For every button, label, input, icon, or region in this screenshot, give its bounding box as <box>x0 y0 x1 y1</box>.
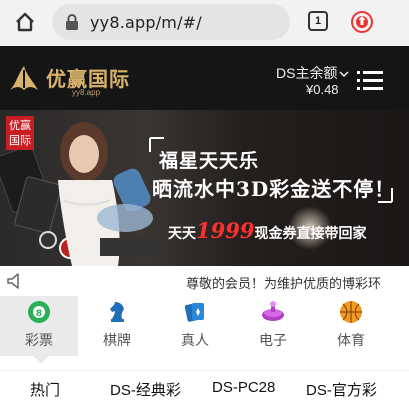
category-label: 真人 <box>181 332 209 348</box>
banner-amount: 1999 <box>196 218 255 243</box>
active-pointer <box>33 356 49 364</box>
chevron-down-icon <box>339 71 349 78</box>
banner-subline: 天天1999现金券直接带回家 <box>168 218 367 243</box>
category-lottery[interactable]: 8 彩票 <box>0 296 78 364</box>
tab-hot[interactable]: 热门 <box>30 379 60 400</box>
category-label: 体育 <box>337 332 365 348</box>
category-label: 电子 <box>259 332 287 348</box>
tab-switcher-button[interactable]: 1 <box>308 11 328 31</box>
upload-icon <box>358 16 366 25</box>
home-icon[interactable] <box>14 11 36 33</box>
category-sports[interactable]: 体育 <box>312 296 390 356</box>
category-electronic[interactable]: 电子 <box>234 296 312 356</box>
banner-headline: 晒流水中3D彩金送不停！ <box>152 177 396 201</box>
category-nav: 8 彩票 棋牌 真人 电子 体育 <box>0 296 409 364</box>
game-tabs: 热门 DS-经典彩 DS-PC28 DS-官方彩 <box>0 370 409 406</box>
playing-cards-icon <box>184 303 204 322</box>
basketball-icon <box>340 301 362 323</box>
lottery-ball-icon: 8 <box>28 301 50 323</box>
tab-ds-official[interactable]: DS-官方彩 <box>306 379 377 400</box>
category-label: 棋牌 <box>103 332 131 348</box>
category-chess[interactable]: 棋牌 <box>78 296 156 356</box>
logo-subtitle: yy8.app <box>72 88 101 97</box>
brand-badge: 优赢国际 <box>6 116 34 150</box>
address-bar[interactable]: yy8.app/m/#/ <box>52 4 290 40</box>
hamburger-icon[interactable] <box>357 70 383 92</box>
url-text: yy8.app/m/#/ <box>90 13 202 32</box>
site-header: 优赢国际 yy8.app DS主余额 ¥0.48 <box>0 46 409 110</box>
logo-emblem-icon <box>10 66 38 90</box>
notice-bar[interactable]: 尊敬的会员！为维护优质的博彩环 <box>0 266 409 296</box>
banner-title: 福星天天乐 <box>159 150 260 172</box>
promo-banner[interactable]: 优赢国际 福星天天乐 晒流水中3D彩金送不停！ 天天1999现金券直接带回家 <box>0 110 409 266</box>
tab-ds-classic[interactable]: DS-经典彩 <box>110 379 181 400</box>
chess-knight-icon <box>110 302 124 322</box>
category-label: 彩票 <box>25 332 53 348</box>
browser-toolbar: yy8.app/m/#/ 1 <box>0 0 409 46</box>
notice-text: 尊敬的会员！为维护优质的博彩环 <box>186 276 382 291</box>
svg-text:8: 8 <box>36 309 42 319</box>
balance-label[interactable]: DS主余额 <box>276 63 349 83</box>
tab-ds-pc28[interactable]: DS-PC28 <box>212 379 275 396</box>
speaker-icon <box>7 273 19 289</box>
balance-value: ¥0.48 <box>306 82 339 97</box>
lock-icon <box>66 14 78 30</box>
slot-machine-icon <box>262 301 284 321</box>
category-live[interactable]: 真人 <box>156 296 234 356</box>
